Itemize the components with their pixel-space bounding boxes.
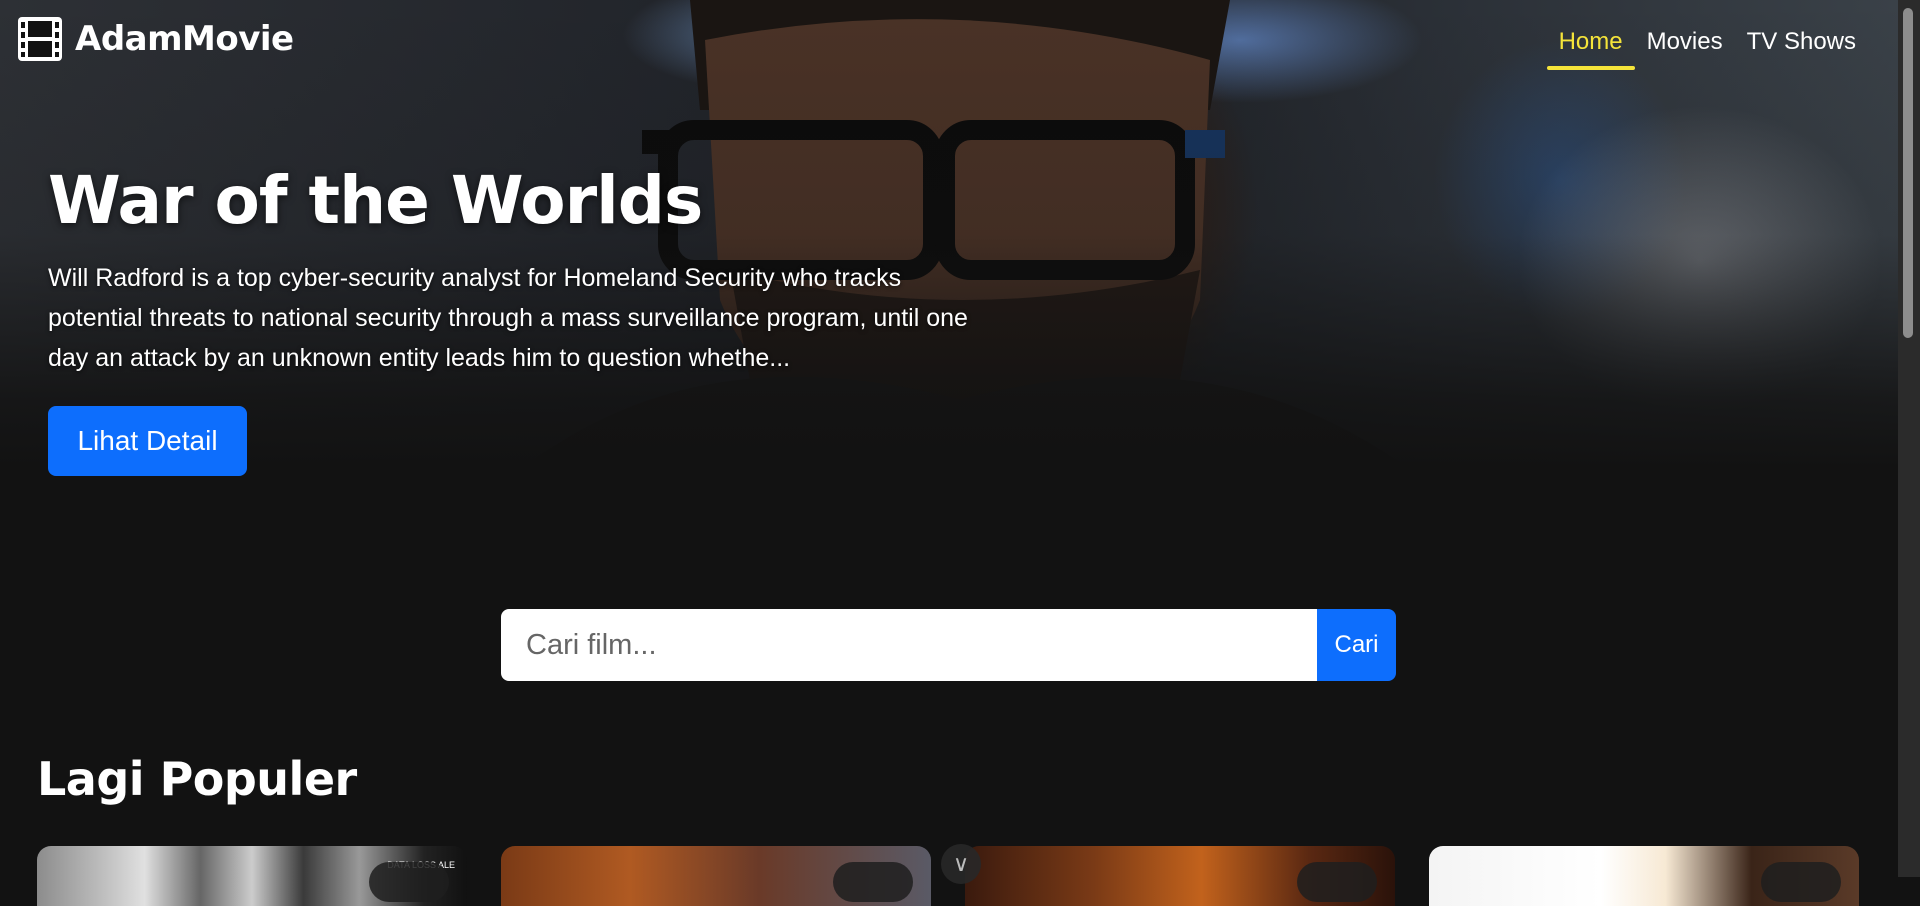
section-title-popular: Lagi Populer bbox=[37, 752, 357, 806]
rating-badge bbox=[369, 862, 449, 902]
hero-description: Will Radford is a top cyber-security ana… bbox=[48, 264, 968, 372]
nav-item-tv-shows[interactable]: TV Shows bbox=[1735, 28, 1868, 70]
scrollbar-thumb[interactable] bbox=[1903, 8, 1913, 338]
hero-title: War of the Worlds bbox=[48, 162, 703, 239]
film-icon bbox=[18, 17, 62, 61]
movie-card[interactable] bbox=[965, 846, 1395, 906]
nav-item-movies[interactable]: Movies bbox=[1635, 28, 1735, 70]
rating-badge bbox=[833, 862, 913, 902]
nav-item-home[interactable]: Home bbox=[1546, 28, 1635, 70]
movie-card[interactable] bbox=[501, 846, 931, 906]
rating-badge bbox=[1761, 862, 1841, 902]
chevron-down-icon[interactable]: ∨ bbox=[941, 844, 981, 884]
movie-card[interactable] bbox=[1429, 846, 1859, 906]
movie-card[interactable]: DATA LOSS ALE bbox=[37, 846, 467, 906]
search-button[interactable]: Cari bbox=[1317, 609, 1396, 681]
search-form: Cari bbox=[501, 609, 1396, 681]
brand-logo[interactable]: AdamMovie bbox=[17, 16, 294, 62]
rating-badge bbox=[1297, 862, 1377, 902]
detail-button[interactable]: Lihat Detail bbox=[48, 406, 247, 476]
hero-banner: War of the Worlds Will Radford is a top … bbox=[0, 0, 1898, 470]
hero-content: War of the Worlds Will Radford is a top … bbox=[48, 168, 968, 378]
brand-name: AdamMovie bbox=[75, 19, 294, 59]
search-input[interactable] bbox=[501, 609, 1317, 681]
page-scrollbar[interactable] bbox=[1898, 0, 1920, 877]
main-nav: Home Movies TV Shows bbox=[1546, 28, 1868, 70]
